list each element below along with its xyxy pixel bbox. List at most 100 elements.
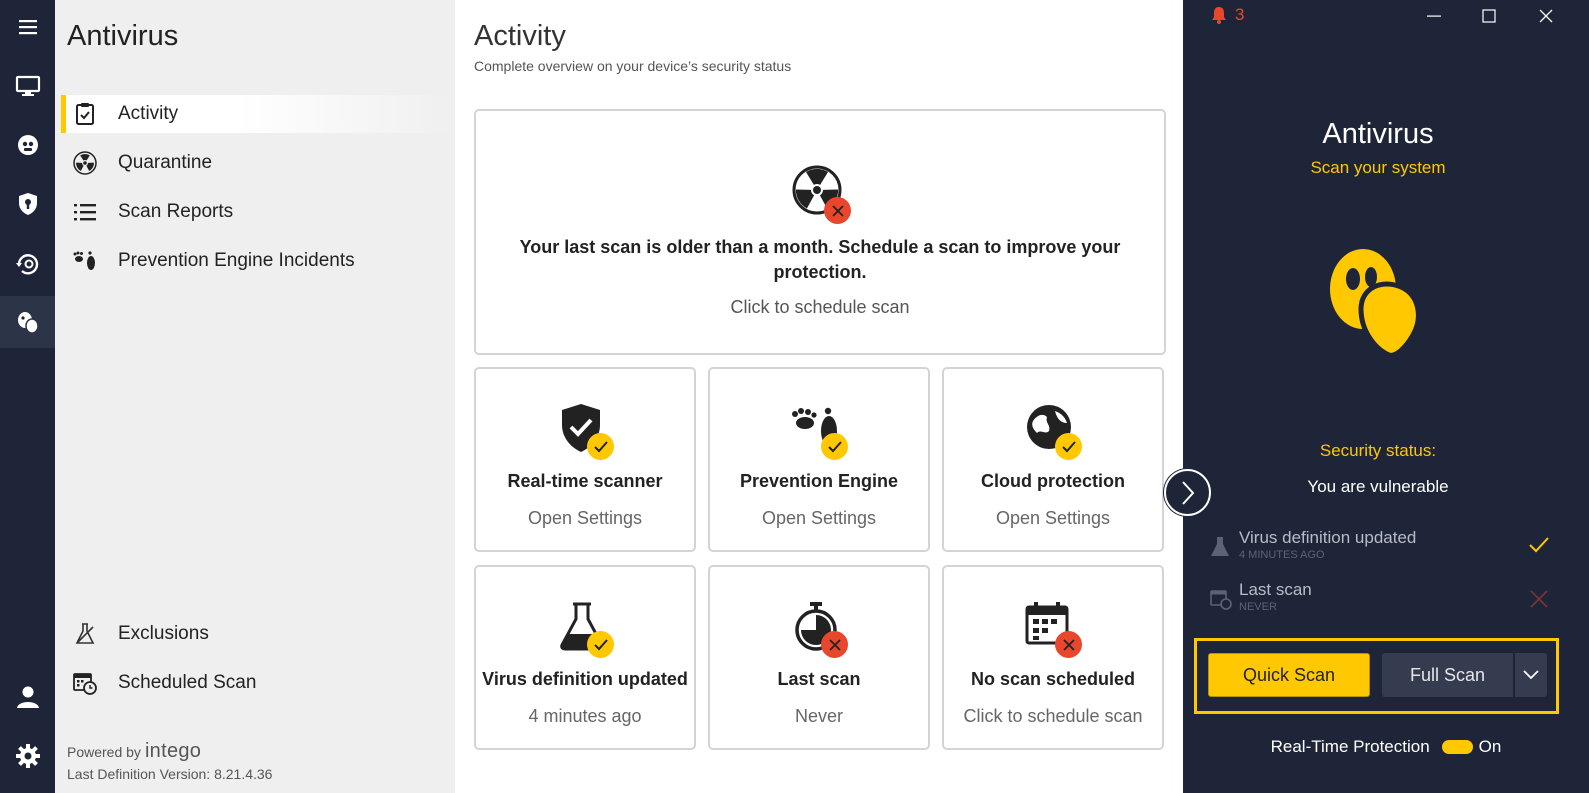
calendar-clock-icon [1210, 588, 1232, 610]
powered-by-label: Powered by [67, 744, 141, 760]
card-title: Prevention Engine [739, 471, 899, 491]
intego-logo: intego [144, 740, 202, 762]
calendar-clock-icon [1025, 601, 1082, 658]
status-name: Last scan [1239, 580, 1312, 599]
page-subtitle: Complete overview on your device’s secur… [474, 58, 792, 74]
card-title: No scan scheduled [970, 669, 1136, 689]
radiation-icon [792, 165, 851, 224]
sidebar-item-label: Scheduled Scan [118, 672, 257, 693]
page-title: Activity [474, 20, 566, 52]
card-title: Real-time scanner [507, 471, 663, 491]
no-scan-scheduled-card[interactable]: No scan scheduled Click to schedule scan [942, 565, 1164, 750]
icon-rail [0, 0, 55, 793]
chevron-down-icon [1523, 670, 1539, 680]
sidebar-item-label: Exclusions [118, 623, 209, 644]
x-icon [1528, 588, 1550, 615]
flask-icon [73, 622, 97, 646]
card-title: Cloud protection [981, 471, 1125, 491]
cloud-protection-card[interactable]: Cloud protection Open Settings [942, 367, 1164, 552]
rtp-toggle[interactable] [1441, 740, 1473, 754]
open-settings-link[interactable]: Open Settings [528, 508, 642, 529]
list-icon [73, 200, 97, 224]
user-icon[interactable] [0, 671, 55, 723]
app-window: Antivirus Activity Quarantine Scan Repor… [0, 0, 1589, 793]
backup-icon[interactable] [0, 238, 55, 290]
privacy-icon[interactable] [0, 119, 55, 171]
sidebar-item-exclusions[interactable]: Exclusions [61, 615, 455, 653]
maximize-icon [1482, 9, 1496, 23]
sidebar-item-label: Scan Reports [118, 201, 234, 222]
security-status-value: You are vulnerable [1307, 477, 1449, 496]
sidebar-item-scheduled-scan[interactable]: Scheduled Scan [61, 664, 455, 702]
sidebar-item-quarantine[interactable]: Quarantine [61, 144, 455, 182]
status-name: Virus definition updated [1239, 528, 1417, 547]
menu-icon[interactable] [0, 1, 55, 53]
ok-badge-icon [821, 433, 848, 460]
virus-definition-card[interactable]: Virus definition updated 4 minutes ago [474, 565, 696, 750]
sidebar-title: Antivirus [67, 20, 179, 52]
card-title: Last scan [777, 669, 861, 689]
schedule-scan-link[interactable]: Click to schedule scan [963, 706, 1142, 727]
check-icon [1528, 536, 1550, 559]
quick-scan-button[interactable]: Quick Scan [1208, 653, 1370, 697]
error-badge-icon [824, 197, 851, 224]
minimize-button[interactable] [1420, 4, 1448, 28]
monitor-icon[interactable] [0, 60, 55, 112]
last-scan-card[interactable]: Last scan Never [708, 565, 930, 750]
footprints-icon [791, 403, 848, 460]
globe-icon [1025, 403, 1082, 460]
radiation-icon [73, 151, 97, 175]
definition-version: Last Definition Version: 8.21.4.36 [67, 766, 273, 782]
main-content: Activity Complete overview on your devic… [455, 0, 1195, 793]
prevention-engine-card[interactable]: Prevention Engine Open Settings [708, 367, 930, 552]
last-scan-alert-card[interactable]: Your last scan is older than a month. Sc… [474, 109, 1166, 355]
flask-icon [1210, 536, 1232, 558]
status-detail: 4 MINUTES AGO [1239, 549, 1325, 561]
scan-panel: 3 Antivirus Scan your system Security st… [1183, 0, 1589, 793]
sidebar-item-activity[interactable]: Activity [61, 95, 455, 133]
notification-count: 3 [1235, 5, 1245, 24]
scan-controls: Quick Scan Full Scan [1194, 638, 1559, 714]
calendar-clock-icon [73, 671, 97, 695]
ok-badge-icon [1055, 433, 1082, 460]
stopwatch-icon [791, 601, 848, 658]
schedule-scan-link[interactable]: Click to schedule scan [730, 297, 909, 318]
chevron-right-icon [1181, 480, 1194, 505]
sidebar-item-scan-reports[interactable]: Scan Reports [61, 193, 455, 231]
card-detail: Never [794, 706, 843, 726]
panel-title: Antivirus [1322, 118, 1434, 150]
clipboard-check-icon [73, 102, 97, 126]
full-scan-button[interactable]: Full Scan [1382, 653, 1513, 697]
ok-badge-icon [587, 433, 614, 460]
rtp-label: Real-Time Protection [1270, 737, 1430, 756]
maximize-button[interactable] [1475, 4, 1503, 28]
error-badge-icon [1055, 631, 1082, 658]
collapse-panel-button[interactable] [1164, 469, 1211, 516]
sidebar: Antivirus Activity Quarantine Scan Repor… [55, 0, 455, 793]
status-detail: NEVER [1239, 601, 1277, 613]
panel-subtitle: Scan your system [1310, 158, 1446, 177]
shield-icon[interactable] [0, 178, 55, 230]
minimize-icon [1427, 15, 1441, 17]
close-icon [1539, 9, 1553, 23]
real-time-scanner-card[interactable]: Real-time scanner Open Settings [474, 367, 696, 552]
notifications-button[interactable]: 3 [1211, 5, 1244, 25]
card-title: Virus definition updated [482, 669, 688, 689]
card-detail: 4 minutes ago [528, 706, 642, 726]
antivirus-icon[interactable] [0, 296, 55, 348]
scan-options-dropdown[interactable] [1515, 653, 1547, 697]
error-badge-icon [821, 631, 848, 658]
security-status-label: Security status: [1319, 441, 1437, 460]
flask-icon [557, 601, 614, 658]
shield-check-icon [557, 403, 614, 460]
close-button[interactable] [1532, 4, 1560, 28]
real-time-protection: Real-Time Protection On [1183, 737, 1589, 757]
status-last-scan: Last scan NEVER [1210, 580, 1550, 620]
footprints-icon [73, 249, 97, 273]
sidebar-item-prevention-engine-incidents[interactable]: Prevention Engine Incidents [61, 242, 455, 280]
open-settings-link[interactable]: Open Settings [762, 508, 876, 529]
gear-icon[interactable] [0, 730, 55, 782]
open-settings-link[interactable]: Open Settings [996, 508, 1110, 529]
bell-icon [1212, 7, 1226, 24]
sidebar-item-label: Quarantine [118, 152, 213, 173]
